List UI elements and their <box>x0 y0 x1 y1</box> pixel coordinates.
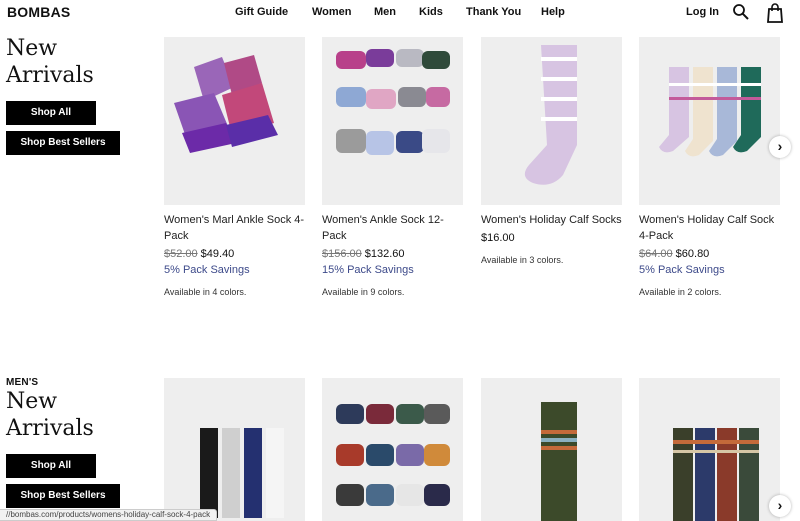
nav-gift-guide[interactable]: Gift Guide <box>235 6 288 18</box>
nav-women[interactable]: Women <box>312 6 352 18</box>
product-name[interactable]: Women's Marl Ankle Sock 4-Pack <box>164 212 305 244</box>
product-price: $156.00 $132.60 <box>322 246 463 262</box>
color-availability: Available in 2 colors. <box>639 287 722 297</box>
product-price: $64.00 $60.80 <box>639 246 780 262</box>
chevron-right-icon: › <box>777 138 783 154</box>
product-image[interactable] <box>164 37 305 205</box>
pack-savings: 5% Pack Savings <box>639 264 725 276</box>
section-eyebrow: MEN'S <box>6 377 39 388</box>
product-image[interactable] <box>481 378 622 521</box>
browser-status-url: //bombas.com/products/womens-holiday-cal… <box>0 509 218 521</box>
nav-thank-you[interactable]: Thank You <box>466 6 521 18</box>
product-name[interactable]: Women's Holiday Calf Sock 4-Pack <box>639 212 780 244</box>
product-image[interactable] <box>322 378 463 521</box>
sale-price: $60.80 <box>675 248 710 260</box>
women-new-arrivals-heading: New Arrivals Shop All Shop Best Sellers <box>6 35 146 155</box>
shop-best-sellers-button[interactable]: Shop Best Sellers <box>6 484 120 508</box>
login-link[interactable]: Log In <box>686 6 719 18</box>
original-price: $156.00 <box>322 248 362 260</box>
nav-men[interactable]: Men <box>374 6 396 18</box>
pack-savings: 15% Pack Savings <box>322 264 414 276</box>
nav-help[interactable]: Help <box>541 6 565 18</box>
section-title-line2: Arrivals <box>6 63 94 88</box>
original-price: $52.00 <box>164 248 198 260</box>
product-card[interactable] <box>164 378 305 521</box>
product-card[interactable]: Women's Ankle Sock 12-Pack $156.00 $132.6… <box>322 37 463 298</box>
search-icon[interactable] <box>732 3 750 21</box>
sale-price: $132.60 <box>364 248 405 260</box>
color-availability: Available in 4 colors. <box>164 287 247 297</box>
section-title-line1: New <box>6 389 58 414</box>
site-header: BOMBAS Gift Guide Women Men Kids Thank Y… <box>0 0 800 26</box>
product-card[interactable] <box>481 378 622 521</box>
product-image[interactable] <box>639 378 780 521</box>
carousel-next-button[interactable]: › <box>769 136 791 158</box>
sale-price: $16.00 <box>481 232 515 244</box>
product-price: $52.00 $49.40 <box>164 246 305 262</box>
shop-best-sellers-button[interactable]: Shop Best Sellers <box>6 131 120 155</box>
section-title-line2: Arrivals <box>6 416 94 441</box>
product-price: $16.00 <box>481 230 622 246</box>
shopping-bag-icon[interactable] <box>766 3 784 23</box>
color-availability: Available in 9 colors. <box>322 287 405 297</box>
product-image[interactable] <box>639 37 780 205</box>
carousel-next-button[interactable]: › <box>769 495 791 517</box>
nav-kids[interactable]: Kids <box>419 6 443 18</box>
product-image[interactable] <box>481 37 622 205</box>
shop-all-button[interactable]: Shop All <box>6 101 96 125</box>
chevron-right-icon: › <box>777 497 783 513</box>
pack-savings: 5% Pack Savings <box>164 264 250 276</box>
original-price: $64.00 <box>639 248 673 260</box>
product-name[interactable]: Women's Holiday Calf Socks <box>481 212 622 228</box>
sale-price: $49.40 <box>200 248 235 260</box>
main-nav: Gift Guide Women Men Kids Thank You Help <box>0 6 800 22</box>
product-image[interactable] <box>164 378 305 521</box>
mens-new-arrivals-heading: MEN'S New Arrivals Shop All Shop Best Se… <box>6 377 146 508</box>
product-card[interactable]: Women's Holiday Calf Socks $16.00 Availa… <box>481 37 622 266</box>
shop-all-button[interactable]: Shop All <box>6 454 96 478</box>
section-title-line1: New <box>6 36 58 61</box>
product-image[interactable] <box>322 37 463 205</box>
product-name[interactable]: Women's Ankle Sock 12-Pack <box>322 212 463 244</box>
product-card[interactable] <box>322 378 463 521</box>
product-card[interactable]: Women's Holiday Calf Sock 4-Pack $64.00 $… <box>639 37 780 298</box>
color-availability: Available in 3 colors. <box>481 255 564 265</box>
product-card[interactable]: Women's Marl Ankle Sock 4-Pack $52.00 $49… <box>164 37 305 298</box>
product-card[interactable] <box>639 378 780 521</box>
